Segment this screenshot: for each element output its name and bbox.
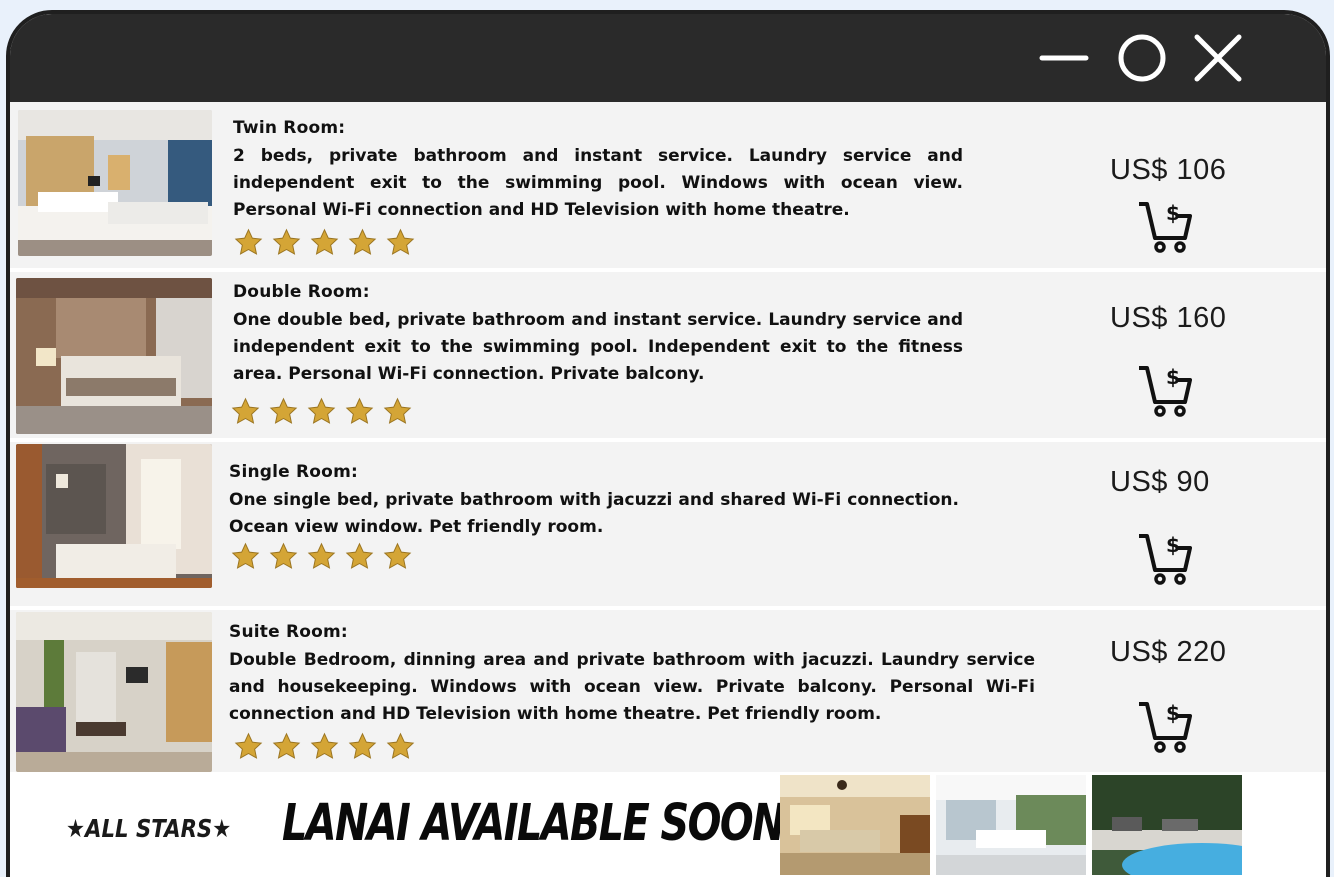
room-card-twin[interactable]: Twin Room: 2 beds, private bathroom and … xyxy=(10,102,1326,268)
room-photo-double xyxy=(16,278,212,434)
star-icon xyxy=(269,397,298,424)
svg-text:$: $ xyxy=(1166,533,1180,557)
cart-dollar-icon[interactable]: $ xyxy=(1136,530,1194,586)
star-icon xyxy=(307,397,336,424)
room-photo-twin xyxy=(18,110,212,256)
title-bar xyxy=(10,14,1326,102)
room-price: US$ 106 xyxy=(1110,154,1227,186)
promo-footer: ★ALL STARS★ LANAI AVAILABLE SOON! xyxy=(10,772,1326,877)
room-description: 2 beds, private bathroom and instant ser… xyxy=(233,146,963,220)
cart-dollar-icon[interactable]: $ xyxy=(1136,698,1194,754)
svg-text:$: $ xyxy=(1166,365,1180,389)
lanai-photo-terrace xyxy=(936,775,1086,875)
room-price: US$ 220 xyxy=(1110,636,1227,668)
room-card-suite[interactable]: Suite Room: Double Bedroom, dinning area… xyxy=(10,610,1326,772)
app-window: Twin Room: 2 beds, private bathroom and … xyxy=(6,10,1330,877)
lanai-photo-pool xyxy=(1092,775,1242,875)
star-icon xyxy=(383,542,412,569)
promo-headline: LANAI AVAILABLE SOON! xyxy=(282,794,802,853)
cart-dollar-icon[interactable]: $ xyxy=(1136,198,1194,254)
room-title: Suite Room: xyxy=(229,622,348,642)
star-icon xyxy=(310,732,339,759)
star-rating xyxy=(231,397,412,427)
room-description: One double bed, private bathroom and ins… xyxy=(233,310,963,384)
room-title: Twin Room: xyxy=(233,118,346,138)
room-card-single[interactable]: Single Room: One single bed, private bat… xyxy=(10,442,1326,606)
room-title: Single Room: xyxy=(229,462,358,482)
star-icon xyxy=(348,228,377,255)
star-rating xyxy=(234,228,415,258)
star-icon xyxy=(269,542,298,569)
room-title: Double Room: xyxy=(233,282,370,302)
star-icon xyxy=(345,397,374,424)
star-icon xyxy=(386,732,415,759)
svg-text:$: $ xyxy=(1166,201,1180,225)
room-photo-single xyxy=(16,444,212,588)
star-icon xyxy=(383,397,412,424)
star-icon xyxy=(386,228,415,255)
close-icon[interactable] xyxy=(1192,32,1244,84)
cart-dollar-icon[interactable]: $ xyxy=(1136,362,1194,418)
star-icon xyxy=(234,732,263,759)
star-rating xyxy=(234,732,415,762)
star-icon xyxy=(307,542,336,569)
star-icon xyxy=(310,228,339,255)
room-description: One single bed, private bathroom with ja… xyxy=(229,490,959,537)
maximize-icon[interactable] xyxy=(1116,32,1168,84)
room-description: Double Bedroom, dinning area and private… xyxy=(229,650,1035,724)
star-icon xyxy=(272,228,301,255)
star-icon xyxy=(231,397,260,424)
room-photo-suite xyxy=(16,612,212,772)
room-price: US$ 160 xyxy=(1110,302,1227,334)
lanai-photo-living xyxy=(780,775,930,875)
star-icon xyxy=(234,228,263,255)
star-icon xyxy=(272,732,301,759)
star-rating xyxy=(231,542,412,572)
star-icon xyxy=(231,542,260,569)
svg-text:$: $ xyxy=(1166,701,1180,725)
room-price: US$ 90 xyxy=(1110,466,1210,498)
room-card-double[interactable]: Double Room: One double bed, private bat… xyxy=(10,272,1326,438)
brand-logo: ★ALL STARS★ xyxy=(66,814,232,843)
minimize-icon[interactable] xyxy=(1038,32,1090,84)
star-icon xyxy=(345,542,374,569)
star-icon xyxy=(348,732,377,759)
